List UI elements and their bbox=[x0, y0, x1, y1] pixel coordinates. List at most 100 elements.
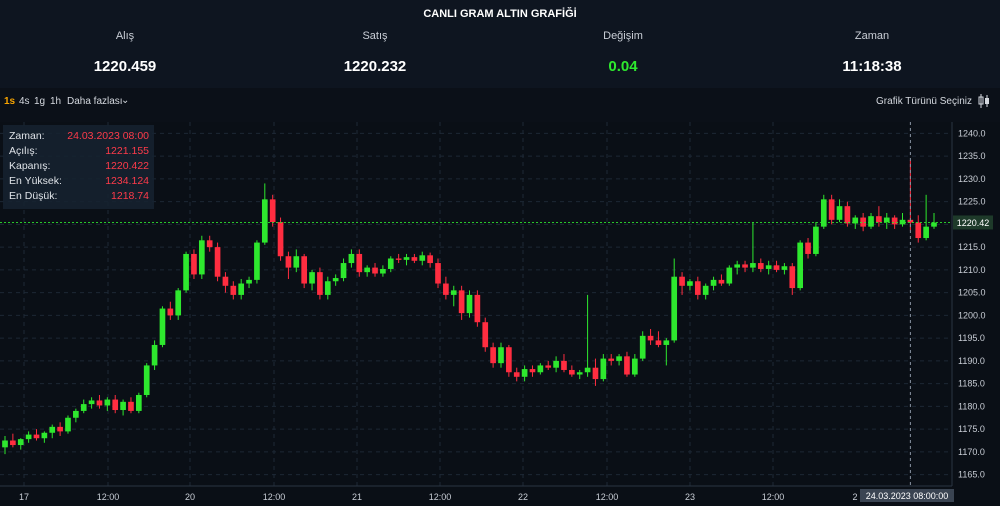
chart-type-select[interactable]: Grafik Türünü Seçiniz bbox=[876, 96, 972, 107]
candle-body bbox=[380, 268, 386, 274]
last-price-label: 1220.42 bbox=[957, 218, 990, 228]
candle-body bbox=[443, 283, 449, 295]
timeframe-4s[interactable]: 4s bbox=[19, 96, 30, 107]
timeframe-1g[interactable]: 1g bbox=[34, 96, 45, 107]
y-tick-label: 1235.0 bbox=[958, 151, 986, 161]
candle-body bbox=[324, 281, 331, 295]
chevron-down-icon[interactable]: ⌄ bbox=[121, 95, 129, 106]
candle-body bbox=[876, 216, 882, 223]
candle-body bbox=[569, 369, 575, 375]
candle-body bbox=[647, 335, 654, 341]
candle-body bbox=[482, 322, 489, 348]
x-tick-label: 22 bbox=[518, 492, 528, 502]
chart-toolbar: 1s 4s 1g 1h Daha fazlası ⌄ Grafik Türünü… bbox=[0, 94, 1000, 112]
candle-body bbox=[537, 365, 544, 373]
candle-body bbox=[592, 367, 599, 380]
candle-body bbox=[222, 276, 229, 286]
candle-body bbox=[356, 253, 363, 273]
timeframe-1s[interactable]: 1s bbox=[4, 96, 15, 107]
candle-body bbox=[269, 199, 276, 223]
candle-body bbox=[33, 434, 40, 439]
candle-body bbox=[600, 358, 607, 380]
candle-body bbox=[246, 279, 252, 284]
candle-body bbox=[88, 400, 95, 405]
candle-body bbox=[687, 281, 693, 286]
candle-body bbox=[49, 426, 56, 433]
x-tick-label: 12:00 bbox=[762, 492, 785, 502]
more-timeframes-button[interactable]: Daha fazlası bbox=[67, 96, 123, 107]
x-tick-label: 21 bbox=[352, 492, 362, 502]
candle-body bbox=[883, 217, 890, 223]
candle-body bbox=[230, 285, 237, 295]
candle-body bbox=[702, 285, 709, 295]
candle-body bbox=[301, 256, 308, 284]
candle-body bbox=[844, 206, 851, 224]
candle-body bbox=[395, 258, 402, 260]
candle-body bbox=[868, 216, 874, 227]
y-tick-label: 1180.0 bbox=[958, 401, 985, 411]
tooltip-row-high: En Yüksek: 1234.124 bbox=[9, 175, 149, 190]
candle-body bbox=[616, 356, 622, 361]
x-crosshair-label: 24.03.2023 08:00:00 bbox=[866, 491, 949, 501]
x-tick-label: 12:00 bbox=[263, 492, 286, 502]
candle-body bbox=[2, 440, 8, 448]
candle-body bbox=[891, 217, 898, 225]
candle-body bbox=[529, 369, 536, 373]
candle-body bbox=[120, 401, 126, 411]
candle-body bbox=[828, 199, 835, 220]
candle-body bbox=[797, 242, 803, 289]
x-tick-label: 12:00 bbox=[97, 492, 120, 502]
candle-body bbox=[679, 276, 685, 286]
candle-body bbox=[167, 308, 174, 316]
candle-body bbox=[143, 365, 150, 395]
candle-body bbox=[10, 440, 16, 446]
candle-body bbox=[348, 253, 355, 264]
x-tick-label: 12:00 bbox=[429, 492, 452, 502]
candle-body bbox=[553, 360, 559, 368]
candle-body bbox=[136, 395, 142, 411]
y-tick-label: 1240.0 bbox=[958, 128, 986, 138]
tooltip-value: 1221.155 bbox=[105, 145, 149, 157]
candle-body bbox=[726, 267, 733, 284]
tooltip-key: En Düşük: bbox=[9, 190, 58, 202]
candlestick-type-icon[interactable] bbox=[978, 94, 990, 108]
y-tick-label: 1215.0 bbox=[958, 242, 986, 252]
candle-body bbox=[277, 222, 284, 257]
candle-body bbox=[773, 265, 780, 270]
candle-body bbox=[734, 264, 741, 268]
x-tick-label: 20 bbox=[185, 492, 195, 502]
tooltip-row-low: En Düşük: 1218.74 bbox=[9, 190, 149, 205]
candle-body bbox=[293, 256, 300, 268]
candle-body bbox=[813, 226, 819, 254]
candle-body bbox=[309, 272, 315, 284]
tooltip-key: Açılış: bbox=[9, 145, 38, 157]
candle-body bbox=[25, 434, 32, 440]
candle-body bbox=[411, 257, 418, 261]
candle-body bbox=[159, 308, 166, 345]
candle-body bbox=[781, 266, 788, 270]
candle-body bbox=[561, 360, 567, 370]
candlestick-chart[interactable]: 1165.0 1170.0 1175.0 1180.0 1185.0 1190.0 1195… bbox=[0, 0, 1000, 506]
tooltip-value: 24.03.2023 08:00 bbox=[67, 130, 149, 142]
candle-body bbox=[17, 439, 24, 446]
candle-body bbox=[403, 257, 410, 260]
candle-body bbox=[254, 242, 260, 280]
tooltip-key: Kapanış: bbox=[9, 160, 51, 172]
candle-body bbox=[474, 294, 481, 323]
y-tick-label: 1185.0 bbox=[958, 379, 985, 389]
y-tick-label: 1230.0 bbox=[958, 174, 986, 184]
candle-body bbox=[466, 294, 473, 314]
candle-body bbox=[750, 263, 756, 268]
candle-body bbox=[521, 369, 528, 377]
candle-body bbox=[915, 222, 922, 239]
candle-body bbox=[80, 404, 87, 411]
candle-body bbox=[191, 253, 197, 275]
candle-body bbox=[671, 276, 678, 341]
candle-body bbox=[805, 242, 811, 254]
tooltip-row-time: Zaman: 24.03.2023 08:00 bbox=[9, 130, 149, 145]
timeframe-1h[interactable]: 1h bbox=[50, 96, 61, 107]
candle-body bbox=[694, 281, 701, 295]
candle-body bbox=[576, 372, 583, 375]
tooltip-value: 1220.422 bbox=[105, 160, 149, 172]
candle-body bbox=[65, 417, 71, 432]
